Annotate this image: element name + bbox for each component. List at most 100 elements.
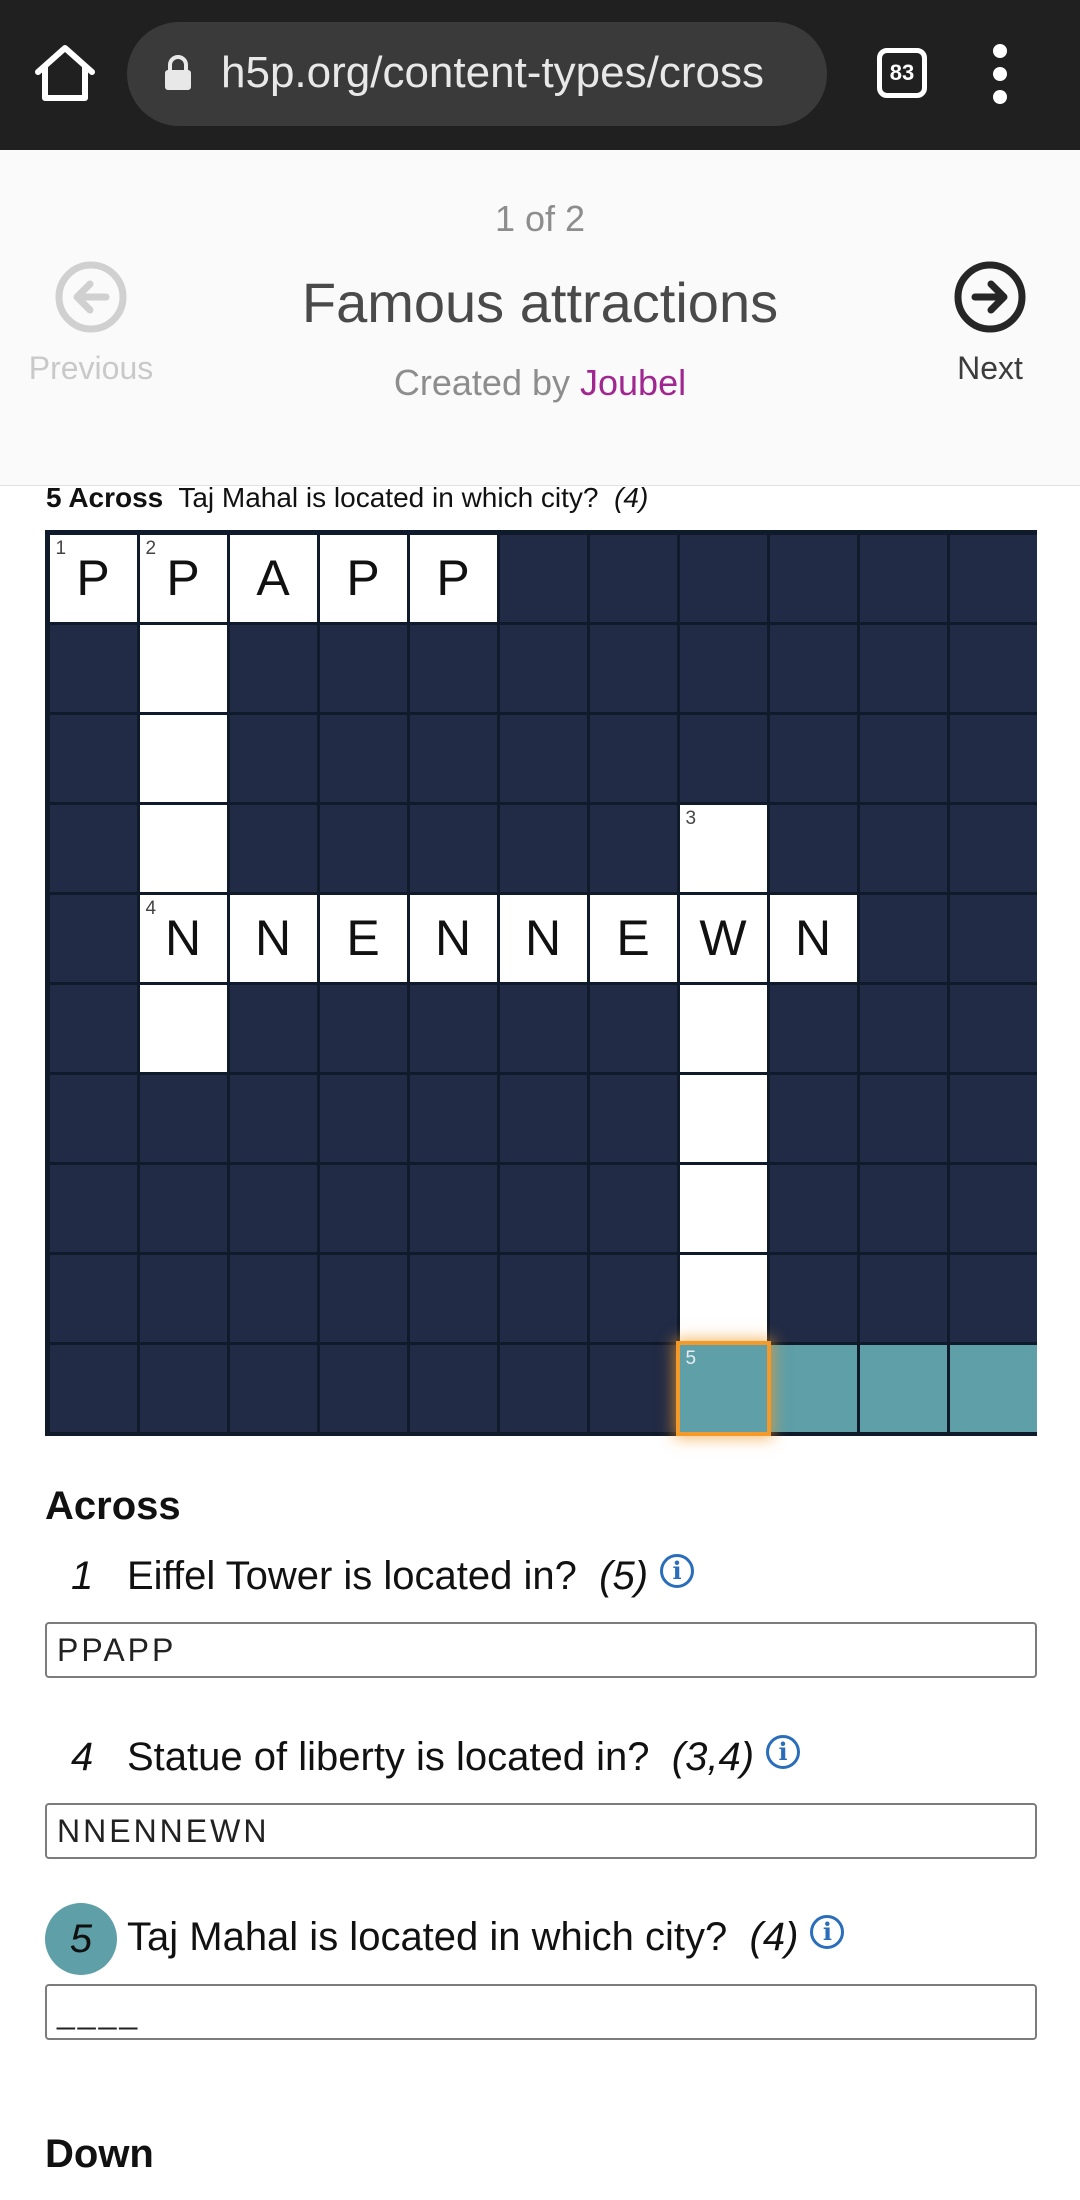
answer-input-across-4[interactable]: NNENNEWN	[45, 1803, 1037, 1859]
crossword-grid: 1P2PAPP34NNENNEWN5	[45, 530, 1037, 1436]
grid-cell-open[interactable]: N	[499, 894, 587, 982]
info-icon[interactable]: i	[810, 1915, 845, 1949]
cell-letter: P	[436, 549, 470, 606]
info-icon[interactable]: i	[766, 1735, 801, 1769]
cell-letter: P	[346, 549, 380, 606]
grid-cell-blocked	[679, 714, 767, 802]
grid-cell-blocked	[319, 984, 407, 1072]
grid-cell-open[interactable]: A	[229, 534, 317, 622]
grid-cell-blocked	[319, 1164, 407, 1252]
grid-cell-open[interactable]: W	[679, 894, 767, 982]
grid-cell-blocked	[949, 534, 1037, 622]
grid-cell-open[interactable]	[679, 984, 767, 1072]
grid-cell-blocked	[679, 534, 767, 622]
grid-cell-blocked	[589, 1164, 677, 1252]
grid-cell-open[interactable]: P	[319, 534, 407, 622]
grid-cell-blocked	[409, 624, 497, 712]
grid-cell-open[interactable]: N	[769, 894, 857, 982]
grid-cell-open[interactable]	[139, 804, 227, 892]
grid-cell-open[interactable]: E	[319, 894, 407, 982]
answer-input-across-1[interactable]: PPAPP	[45, 1622, 1037, 1678]
clue-length: (3,4)	[671, 1735, 755, 1779]
grid-cell-open[interactable]: N	[409, 894, 497, 982]
grid-cell-blocked	[949, 1254, 1037, 1342]
grid-cell-blocked	[859, 1254, 947, 1342]
home-icon[interactable]	[32, 40, 98, 106]
grid-cell-blocked	[499, 1074, 587, 1162]
tab-switcher-button[interactable]: 83	[877, 48, 927, 98]
grid-cell-blocked	[949, 984, 1037, 1072]
clue-text-wrap: Statue of liberty is located in? (3,4) i	[127, 1735, 801, 1780]
answer-input-across-5[interactable]: ____	[45, 1984, 1037, 2040]
grid-cell-hl[interactable]	[949, 1344, 1037, 1432]
grid-cell-open[interactable]: 2P	[139, 534, 227, 622]
grid-cell-blocked	[409, 714, 497, 802]
grid-cell-blocked	[949, 714, 1037, 802]
grid-cell-blocked	[49, 714, 137, 802]
info-icon[interactable]: i	[660, 1554, 695, 1588]
clue-length: (5)	[599, 1554, 649, 1598]
grid-cell-blocked	[859, 984, 947, 1072]
grid-cell-blocked	[949, 1074, 1037, 1162]
grid-cell-open[interactable]	[139, 984, 227, 1072]
next-button[interactable]: Next	[915, 260, 1065, 387]
grid-cell-open[interactable]	[139, 714, 227, 802]
current-clue-bar: 5 Across Taj Mahal is located in which c…	[46, 482, 648, 514]
grid-cell-blocked	[679, 624, 767, 712]
arrow-left-circle-icon	[55, 261, 127, 333]
grid-cell-blocked	[319, 1074, 407, 1162]
arrow-right-circle-icon	[954, 261, 1026, 333]
content-header: 1 of 2 Famous attractions Created by Jou…	[0, 150, 1080, 486]
author-link[interactable]: Joubel	[580, 362, 686, 403]
grid-cell-blocked	[589, 534, 677, 622]
clue-text-wrap: Eiffel Tower is located in? (5) i	[127, 1554, 695, 1599]
grid-cell-open[interactable]	[679, 1254, 767, 1342]
grid-cell-blocked	[409, 1254, 497, 1342]
clue-text: Statue of liberty is located in?	[127, 1735, 650, 1779]
grid-cell-hl[interactable]	[859, 1344, 947, 1432]
grid-cell-blocked	[589, 624, 677, 712]
grid-cell-open[interactable]: 4N	[139, 894, 227, 982]
grid-cell-blocked	[49, 984, 137, 1072]
next-label: Next	[957, 350, 1023, 386]
grid-cell-blocked	[499, 984, 587, 1072]
grid-cell-open[interactable]: E	[589, 894, 677, 982]
grid-cell-blocked	[499, 804, 587, 892]
grid-cell-open[interactable]: 1P	[49, 534, 137, 622]
overflow-menu-icon[interactable]	[990, 44, 1010, 104]
grid-cell-open[interactable]	[679, 1164, 767, 1252]
grid-cell-blocked	[49, 804, 137, 892]
clue-row-across-4[interactable]: 4 Statue of liberty is located in? (3,4)…	[45, 1723, 1035, 1793]
previous-button[interactable]: Previous	[16, 260, 166, 387]
cell-letter: N	[164, 909, 202, 966]
clue-row-across-5[interactable]: 5 Taj Mahal is located in which city? (4…	[45, 1903, 1035, 1975]
grid-cell-open[interactable]: P	[409, 534, 497, 622]
clue-text: Taj Mahal is located in which city?	[127, 1915, 728, 1959]
grid-cell-blocked	[139, 1164, 227, 1252]
grid-cell-blocked	[49, 1074, 137, 1162]
grid-cell-blocked	[859, 624, 947, 712]
clue-length: (4)	[749, 1915, 799, 1959]
grid-cell-blocked	[319, 804, 407, 892]
cell-letter: N	[254, 909, 292, 966]
grid-cell-blocked	[499, 534, 587, 622]
grid-cell-blocked	[229, 984, 317, 1072]
grid-cell-open[interactable]	[679, 1074, 767, 1162]
grid-cell-blocked	[319, 1344, 407, 1432]
address-bar[interactable]: h5p.org/content-types/cross	[127, 22, 827, 126]
grid-cell-blocked	[589, 984, 677, 1072]
grid-cell-open[interactable]	[139, 624, 227, 712]
grid-cell-blocked	[499, 1254, 587, 1342]
grid-cell-open[interactable]: 3	[679, 804, 767, 892]
grid-cell-blocked	[769, 1074, 857, 1162]
grid-cell-blocked	[139, 1344, 227, 1432]
grid-cell-open[interactable]: N	[229, 894, 317, 982]
clue-text-wrap: Taj Mahal is located in which city? (4) i	[127, 1915, 845, 1960]
grid-cell-blocked	[229, 804, 317, 892]
cell-letter: E	[616, 909, 650, 966]
current-clue-label: 5 Across	[46, 482, 164, 513]
grid-cell-hl[interactable]	[769, 1344, 857, 1432]
clue-row-across-1[interactable]: 1 Eiffel Tower is located in? (5) i	[45, 1542, 1035, 1612]
grid-cell-blocked	[949, 894, 1037, 982]
grid-cell-focus[interactable]: 5	[679, 1344, 767, 1432]
